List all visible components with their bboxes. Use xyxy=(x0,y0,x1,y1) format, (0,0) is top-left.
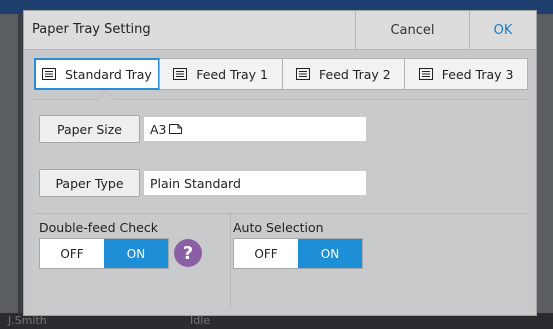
background-left-strip xyxy=(0,14,18,314)
auto-selection-off-button[interactable]: OFF xyxy=(234,239,298,268)
help-icon[interactable]: ? xyxy=(174,239,202,267)
dialog-title: Paper Tray Setting xyxy=(32,22,151,37)
double-feed-off-button[interactable]: OFF xyxy=(40,239,104,268)
tab-label: Feed Tray 2 xyxy=(319,66,391,82)
tray-icon xyxy=(173,68,188,80)
tab-label: Feed Tray 1 xyxy=(196,66,268,82)
tray-icon xyxy=(41,68,56,80)
auto-selection-label: Auto Selection xyxy=(233,220,324,235)
dialog-titlebar: Paper Tray Setting Cancel OK xyxy=(24,11,536,50)
tab-pointer xyxy=(98,92,114,100)
double-feed-on-button[interactable]: ON xyxy=(104,239,168,268)
paper-type-value: Plain Standard xyxy=(144,171,366,195)
paper-size-value: A3 xyxy=(144,117,366,141)
tray-settings-panel: Paper Size A3 Paper Type Plain Standard … xyxy=(34,91,528,307)
tab-standard-tray[interactable]: Standard Tray xyxy=(34,58,160,90)
tray-icon xyxy=(418,68,433,80)
double-feed-check-toggle: OFF ON xyxy=(39,238,169,269)
background-right-strip xyxy=(535,14,553,314)
tab-feed-tray-1[interactable]: Feed Tray 1 xyxy=(158,59,282,89)
tray-tabs: Standard Tray Feed Tray 1 Feed Tray 2 Fe… xyxy=(34,58,528,90)
paper-tray-setting-dialog: Paper Tray Setting Cancel OK Standard Tr… xyxy=(23,10,537,316)
auto-selection-toggle: OFF ON xyxy=(233,238,363,269)
paper-type-button[interactable]: Paper Type xyxy=(39,169,140,197)
paper-size-text: A3 xyxy=(150,121,167,137)
tab-feed-tray-2[interactable]: Feed Tray 2 xyxy=(281,59,405,89)
section-vertical-divider xyxy=(230,214,231,307)
tab-feed-tray-3[interactable]: Feed Tray 3 xyxy=(404,59,527,89)
tray-icon xyxy=(296,68,311,80)
tab-label: Feed Tray 3 xyxy=(441,66,514,82)
paper-size-button[interactable]: Paper Size xyxy=(39,115,140,143)
section-divider xyxy=(34,213,528,214)
ok-button[interactable]: OK xyxy=(469,11,536,49)
tab-label: Standard Tray xyxy=(64,66,152,82)
double-feed-check-label: Double-feed Check xyxy=(39,220,158,235)
cancel-button[interactable]: Cancel xyxy=(355,11,469,49)
landscape-orientation-icon xyxy=(168,122,182,137)
auto-selection-on-button[interactable]: ON xyxy=(298,239,362,268)
